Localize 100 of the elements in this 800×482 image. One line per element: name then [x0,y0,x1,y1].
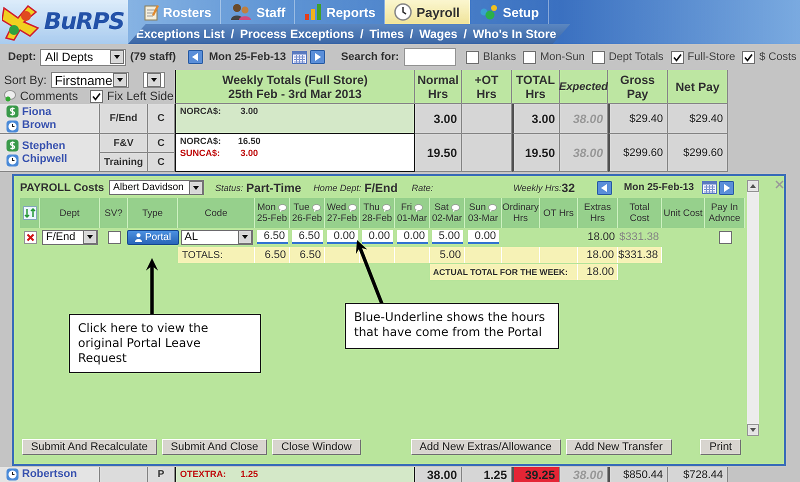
extra-code: OTEXTRA: [180,469,227,479]
sort-select[interactable]: Firstname [50,72,129,88]
previous-icon[interactable] [596,180,612,194]
column-header: Sun [469,202,486,213]
clock-icon[interactable] [6,154,19,166]
clock-icon[interactable] [6,120,19,132]
column-header: Sat [434,202,449,213]
column-header: SV? [100,198,128,228]
scroll-down-icon[interactable] [747,424,759,436]
separator-text: / [360,27,364,41]
hours-field[interactable]: 0.00 [327,230,358,244]
value-text: 18.00 [587,231,615,243]
hours-field[interactable]: 6.50 [292,230,323,244]
search-label: Search for: [340,51,400,63]
value-cell: 38.00 [560,134,608,172]
value-cell: 3.00 [415,104,462,134]
dollar-icon[interactable] [6,104,19,118]
employee-select[interactable]: Albert Davidson [109,180,204,195]
extra-value: 1.25 [239,469,258,479]
column-header: +OT Hrs [462,70,512,104]
nav-link[interactable]: Times [369,27,404,41]
code-select[interactable]: AL [180,230,252,244]
column-header: Net Pay [668,70,728,104]
action-button[interactable]: Close Window [272,439,361,455]
action-button[interactable]: Add New Transfer [566,439,672,455]
dept-select[interactable]: F/End [42,230,98,244]
hours-field[interactable]: 0.00 [397,230,428,244]
dollar-icon[interactable] [6,138,19,152]
nav-link[interactable]: Who's In Store [472,27,556,41]
date-label: Mon 25-Feb-13 [208,51,286,63]
logo-text: BuRPS [44,9,124,35]
comment-icon[interactable] [382,204,391,212]
people-icon [230,3,252,21]
checkbox[interactable] [466,50,480,64]
dept-cell: F/End [100,104,148,134]
caret-icon [112,73,127,87]
action-button[interactable]: Submit And Close [162,439,268,455]
comment-icon[interactable] [348,204,358,212]
value-cell: 38.00 [560,104,608,134]
column-header: Gross Pay [608,70,668,104]
checkbox[interactable] [718,230,732,244]
calendar-icon[interactable] [292,50,307,64]
portal-button[interactable]: Portal [126,230,180,244]
hours-field[interactable]: 6.50 [257,230,288,244]
calendar-icon[interactable] [702,181,717,194]
comment-icon[interactable] [414,204,424,212]
column-header: Normal Hrs [415,70,462,104]
filter-select[interactable] [142,72,165,88]
extra-value: 3.00 [239,148,258,158]
notepad-icon [143,3,159,21]
option-label: Dept Totals [608,51,664,63]
column-header: 28-Feb [362,213,392,224]
checked-checkbox[interactable] [90,90,104,102]
type-cell: P [148,467,175,482]
dept-cell: Training [100,153,148,172]
column-header: Fri [400,202,412,213]
previous-icon[interactable] [188,50,203,64]
checked-checkbox[interactable] [670,50,684,64]
checkbox[interactable] [108,230,120,244]
option-label: Full-Store [688,51,736,63]
column-header: 02-Mar [432,213,462,224]
value-cell: $299.60 [668,134,728,172]
column-header: Total Cost [618,198,662,228]
dept-cell: F&V [100,134,148,153]
delete-icon[interactable] [24,230,36,244]
comment-icon[interactable] [450,204,460,212]
comments-label: Comments [20,89,78,103]
action-button[interactable]: Add New Extras/Allowance [410,439,561,455]
nav-link[interactable]: Exceptions List [136,27,225,41]
hours-field[interactable]: 0.00 [362,230,393,244]
comment-icon[interactable] [488,204,497,212]
value-cell: 19.50 [415,134,462,172]
extra-value: 16.50 [238,136,258,146]
hours-field[interactable]: 0.00 [468,230,499,244]
option-label: Mon-Sun [540,51,585,63]
column-header: Ordinary Hrs [502,198,540,228]
comment-icon[interactable] [4,90,16,102]
search-field[interactable] [404,48,456,66]
next-icon[interactable] [718,180,734,194]
dept-select[interactable]: All Depts [40,48,126,66]
nav-link[interactable]: Process Exceptions [240,27,354,41]
add-row-icon[interactable] [22,206,36,220]
nav-link[interactable]: Wages [419,27,458,41]
column-header: Expected [560,70,608,104]
extra-code: NORCA$: [180,136,222,146]
checkbox[interactable] [592,50,605,64]
action-button[interactable]: Print [700,439,741,455]
next-icon[interactable] [310,50,325,64]
value-cell: $850.44 [608,467,668,482]
checkbox[interactable] [523,50,536,64]
scroll-up-icon[interactable] [747,180,759,192]
value-text: $331.38 [619,231,659,243]
comment-icon[interactable] [312,204,321,212]
comment-icon[interactable] [278,204,287,212]
action-button[interactable]: Submit And Recalculate [22,439,157,455]
checked-checkbox[interactable] [742,50,756,64]
nav-tab[interactable]: Payroll [385,0,470,24]
caret-icon [238,230,252,244]
hours-field[interactable]: 5.00 [432,230,463,244]
clock-icon[interactable] [6,468,19,481]
